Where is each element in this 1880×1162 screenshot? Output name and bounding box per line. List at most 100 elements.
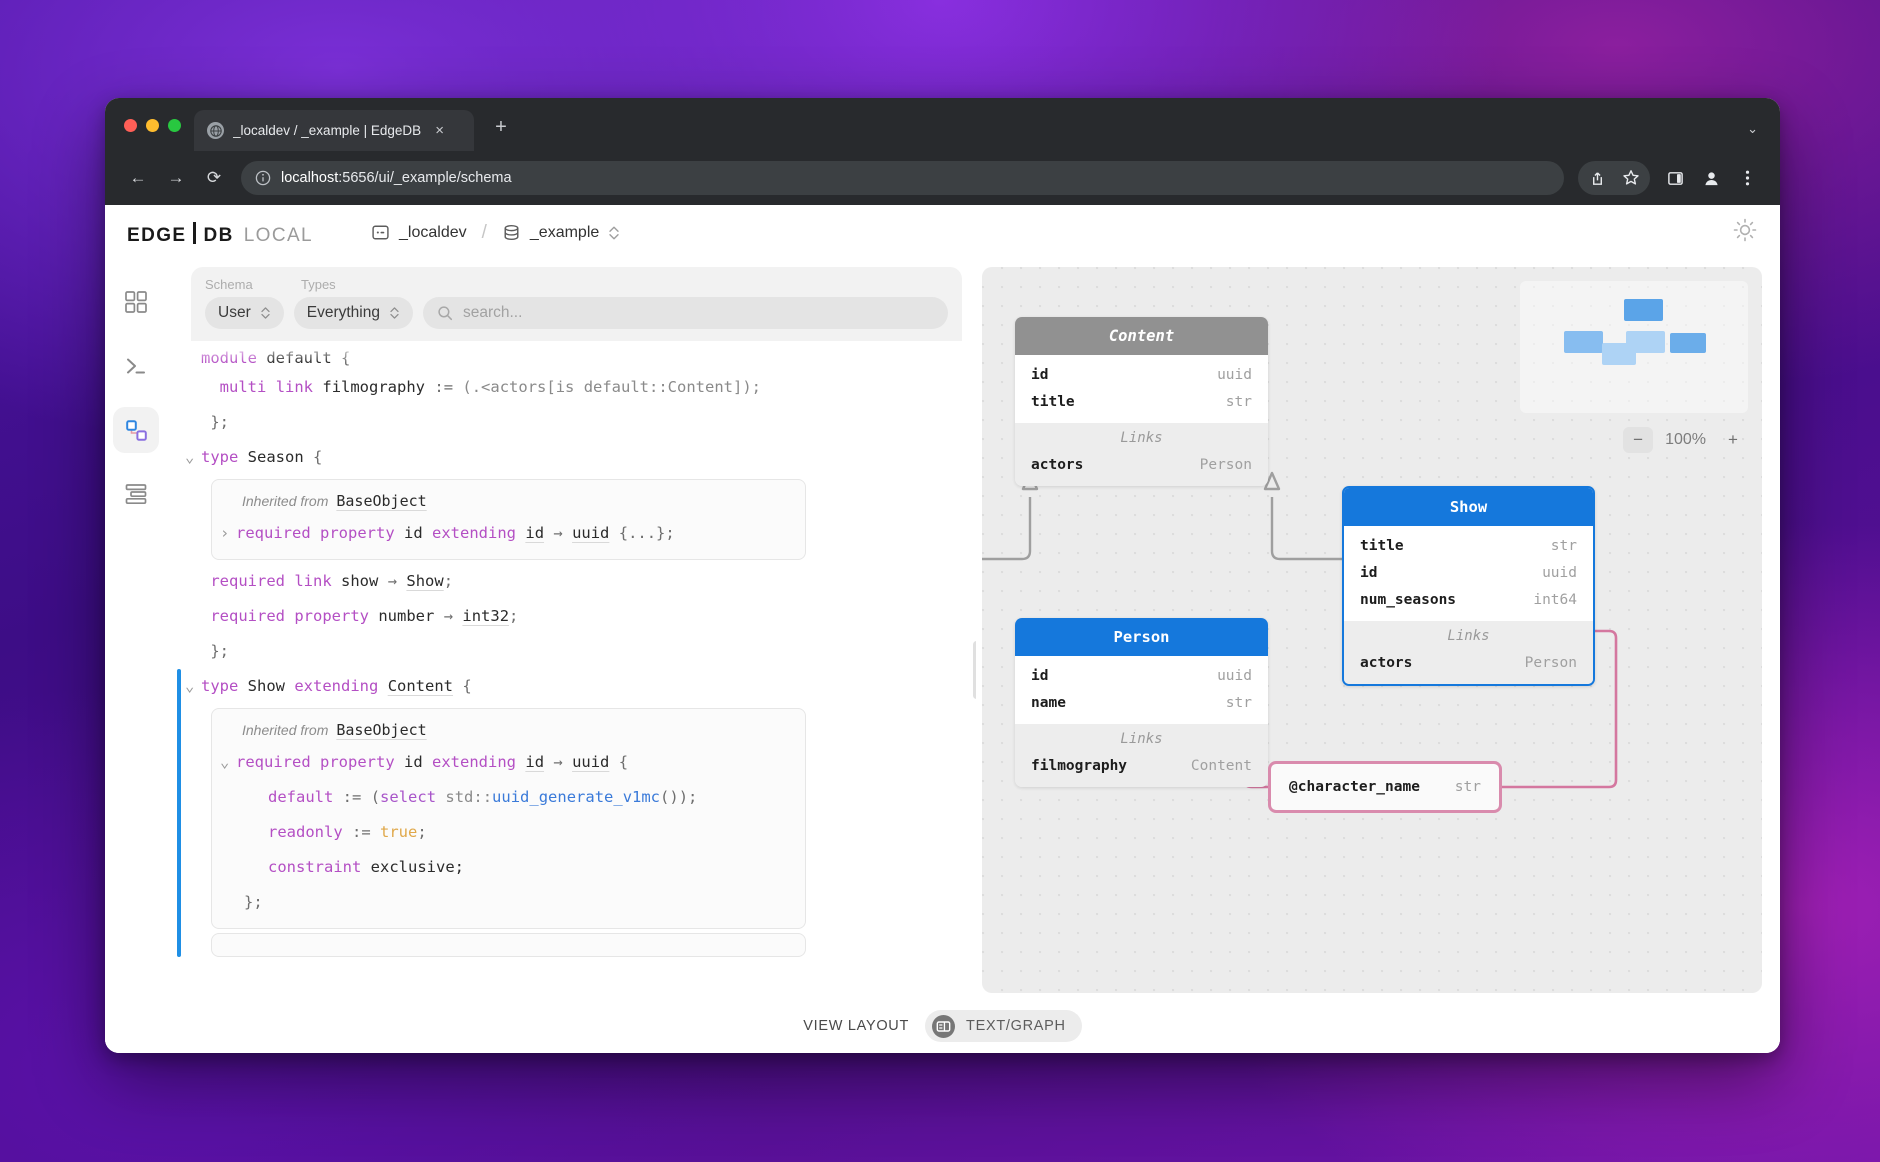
token-id-ref[interactable]: id (525, 753, 544, 771)
graph-node-property-row: id uuid (1015, 361, 1268, 388)
minimize-window-button[interactable] (146, 119, 159, 132)
code-line-inherited-id-season[interactable]: ›required property id extending id → uui… (212, 516, 805, 551)
token-id-ref[interactable]: id (525, 524, 544, 542)
app-body: Schema Types User (105, 261, 1780, 999)
types-filter-value: Everything (307, 304, 380, 322)
new-tab-button[interactable]: + (488, 114, 514, 140)
graph-node-property-row: num_seasons int64 (1344, 586, 1593, 613)
more-menu-icon[interactable] (1730, 161, 1764, 195)
graph-node-link-row: actors Person (1015, 451, 1268, 478)
browser-tab[interactable]: _localdev / _example | EdgeDB × (194, 110, 474, 151)
panel-resize-handle[interactable] (973, 641, 976, 699)
breadcrumb-database[interactable]: _example (502, 223, 620, 242)
graph-node-properties: id uuid name str (1015, 656, 1268, 724)
reload-button[interactable]: ⟳ (197, 161, 231, 195)
logo-edge-text: EDGE (127, 225, 186, 247)
token-content[interactable]: Content (388, 677, 453, 695)
schema-icon (123, 417, 150, 444)
token-std: std:: (445, 788, 492, 806)
zoom-in-button[interactable]: + (1718, 427, 1748, 453)
code-line-close-1: }; (177, 405, 976, 440)
token-uuid[interactable]: uuid (572, 753, 609, 771)
schema-filter-select[interactable]: User (205, 297, 284, 329)
schema-graph-panel[interactable]: Content id uuid title str Links (982, 267, 1762, 993)
share-icon[interactable] (1580, 161, 1614, 195)
sidebar-item-schema[interactable] (113, 407, 159, 453)
code-line-default: default := (select std::uuid_generate_v1… (212, 780, 805, 815)
close-tab-button[interactable]: × (430, 121, 449, 140)
forward-button[interactable]: → (159, 161, 193, 195)
info-icon[interactable] (255, 170, 271, 186)
graph-node-links: Links actors Person (1344, 621, 1593, 684)
graph-node-link-row: actors Person (1344, 649, 1593, 676)
graph-node-links: Links filmography Content (1015, 724, 1268, 787)
sidebar-item-repl[interactable] (113, 343, 159, 389)
back-button[interactable]: ← (121, 161, 155, 195)
bookmark-star-icon[interactable] (1614, 161, 1648, 195)
types-filter-label: Types (301, 277, 336, 292)
token-open-brace: { (341, 349, 350, 367)
maximize-window-button[interactable] (168, 119, 181, 132)
property-name: name (1031, 695, 1066, 711)
edgedb-logo[interactable]: EDGE DB LOCAL (127, 219, 313, 247)
graph-node-content[interactable]: Content id uuid title str Links (1015, 317, 1268, 486)
schema-code-view[interactable]: module default { multi link filmography … (177, 341, 976, 999)
sidebar-item-data-editor[interactable] (113, 471, 159, 517)
token-show-link: show (341, 572, 378, 590)
token-arrow: → (444, 607, 453, 625)
graph-node-character-name[interactable]: @character_name str (1268, 761, 1502, 813)
breadcrumb: _localdev / _example (371, 222, 620, 244)
zoom-out-button[interactable]: − (1623, 427, 1653, 453)
chevron-down-icon[interactable]: ⌄ (185, 440, 201, 475)
database-icon (502, 223, 521, 242)
side-panel-icon[interactable] (1658, 161, 1692, 195)
chevron-right-icon[interactable]: › (220, 516, 236, 551)
token-id: id (404, 524, 423, 542)
profile-icon[interactable] (1694, 161, 1728, 195)
graph-node-property-row: id uuid (1344, 559, 1593, 586)
tab-list-chevron-icon[interactable]: ⌄ (1747, 121, 1758, 137)
property-name: title (1360, 538, 1404, 554)
close-window-button[interactable] (124, 119, 137, 132)
link-name: filmography (1031, 758, 1127, 774)
code-line-inherited-id-show[interactable]: ⌄required property id extending id → uui… (212, 745, 805, 780)
chevron-down-icon[interactable]: ⌄ (220, 745, 236, 780)
theme-toggle-button[interactable] (1732, 217, 1758, 248)
chevron-down-icon[interactable]: ⌄ (185, 669, 201, 704)
token-semicolon: ; (417, 823, 426, 841)
sidebar-rail (105, 261, 167, 999)
address-bar-url: localhost:5656/ui/_example/schema (281, 170, 512, 186)
code-line-type-season[interactable]: ⌄type Season { (177, 440, 976, 475)
token-assign: := (434, 378, 453, 396)
graph-node-title: Content (1015, 317, 1268, 355)
graph-node-person[interactable]: Person id uuid name str Links (1015, 618, 1268, 787)
token-id: id (404, 753, 423, 771)
logo-divider (193, 222, 196, 244)
types-filter-select[interactable]: Everything (294, 297, 413, 329)
token-uuid[interactable]: uuid (572, 524, 609, 542)
graph-minimap[interactable] (1520, 281, 1748, 413)
code-line-type-show[interactable]: ⌄type Show extending Content { (177, 669, 976, 704)
property-name: num_seasons (1360, 592, 1456, 608)
token-property: property (294, 607, 369, 625)
token-property: property (320, 524, 395, 542)
text-graph-toggle[interactable]: TEXT/GRAPH (925, 1010, 1082, 1042)
chevron-updown-icon[interactable] (608, 224, 620, 242)
schema-text-panel: Schema Types User (167, 261, 976, 999)
sidebar-item-dashboard[interactable] (113, 279, 159, 325)
token-show-type[interactable]: Show (406, 572, 443, 590)
token-readonly: readonly (268, 823, 343, 841)
logo-db-text: DB (203, 225, 233, 247)
graph-node-show[interactable]: Show title str id uuid num_seasons int64 (1342, 486, 1595, 686)
address-bar[interactable]: localhost:5656/ui/_example/schema (241, 161, 1564, 195)
browser-window: _localdev / _example | EdgeDB × + ⌄ ← → … (105, 98, 1780, 1053)
token-int32[interactable]: int32 (462, 607, 509, 625)
instance-icon (371, 223, 390, 242)
inherited-box-season: Inherited fromBaseObject ›required prope… (211, 479, 806, 560)
token-required: required (236, 753, 311, 771)
token-semicolon: ; (444, 572, 453, 590)
breadcrumb-instance[interactable]: _localdev (371, 223, 467, 242)
search-input[interactable]: search... (423, 297, 948, 329)
token-extending: extending (432, 753, 516, 771)
text-graph-toggle-label: TEXT/GRAPH (966, 1018, 1066, 1034)
